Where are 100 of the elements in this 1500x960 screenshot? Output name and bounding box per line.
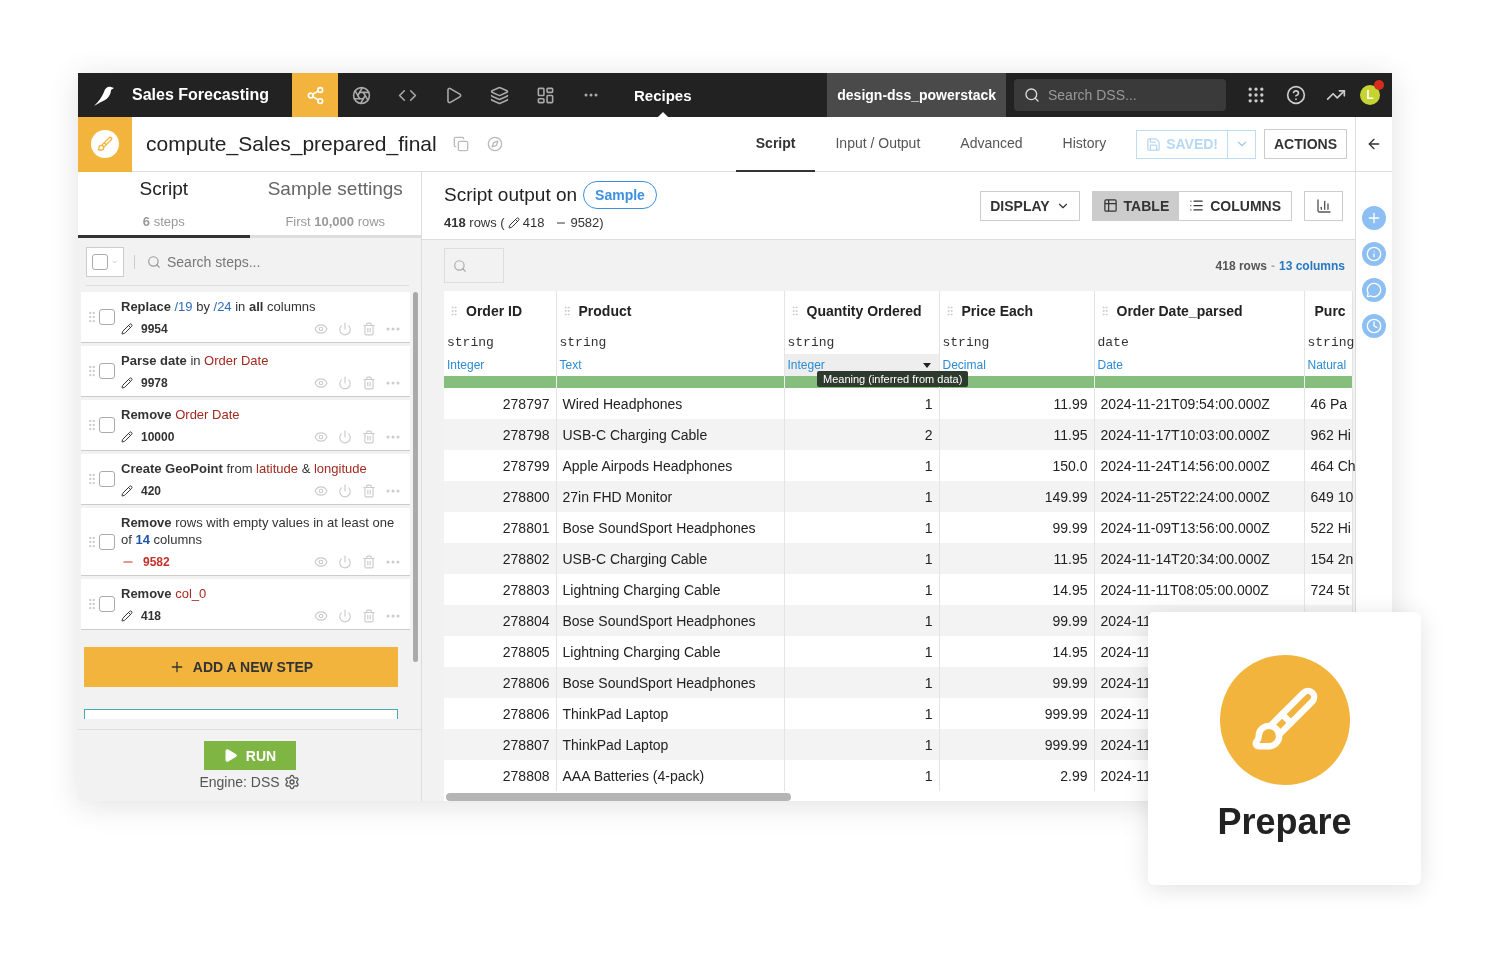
step-card[interactable]: Create GeoPoint from latitude & longitude 420 [81,454,410,504]
table-search-field[interactable] [444,248,504,283]
chat-button[interactable] [1362,278,1386,302]
table-cell: 2024-11-24T14:56:00.000Z [1094,450,1304,481]
compass-icon[interactable] [486,136,503,152]
column-header[interactable]: Price Each [961,303,1034,319]
vertical-scrollbar[interactable] [413,292,418,662]
step-search-field[interactable]: Search steps... [145,247,375,276]
save-options-button[interactable] [1228,129,1256,159]
help-icon [1286,85,1306,105]
step-checkbox[interactable] [99,596,115,612]
recipe-tab[interactable]: History [1042,116,1127,172]
row-count: 9978 [141,376,168,390]
list-icon [1189,198,1205,213]
separator: - [1270,258,1275,273]
step-checkbox[interactable] [99,417,115,433]
display-dropdown[interactable]: DISPLAY [980,190,1080,221]
table-cell: 2024-11-17T10:03:00.000Z [1094,419,1304,450]
column-meaning[interactable]: Text [556,354,784,376]
step-checkbox[interactable] [99,309,115,325]
trash-icon[interactable] [362,484,376,498]
info-icon [1366,246,1382,262]
table-cell: Wired Headphones [556,388,784,419]
step-card[interactable]: Remove rows with empty values in at least one of 14 columns 9582 [81,508,410,575]
power-icon[interactable] [338,609,352,623]
table-cell: 724 5t [1304,574,1352,605]
table-cell: 149.99 [939,481,1094,512]
view-toggle-button[interactable]: TABLE [1092,191,1180,220]
column-type: string [558,334,608,352]
step-card[interactable]: Parse date in Order Date 9978 [81,346,410,396]
chart-button[interactable] [1304,190,1343,221]
clock-button[interactable] [1362,314,1386,338]
trash-icon[interactable] [362,430,376,444]
trash-icon[interactable] [362,555,376,569]
project-name[interactable]: Sales Forecasting [132,86,292,104]
eye-icon[interactable] [314,555,328,569]
column-header[interactable]: Order Date_parsed [1116,303,1243,319]
table-cell: 278805 [444,636,556,667]
recipe-tab[interactable]: Input / Output [815,116,941,172]
plus-button[interactable] [1362,206,1386,230]
eye-icon[interactable] [314,484,328,498]
aperture-icon [351,85,371,105]
instance-name[interactable]: design-dss_powerstack [827,73,1006,117]
table-cell: 278798 [444,419,556,450]
power-icon[interactable] [338,484,352,498]
removed-count: 9582) [570,215,604,230]
more-icon[interactable] [584,93,598,97]
power-icon[interactable] [338,555,352,569]
search-field[interactable]: Search DSS... [1014,79,1226,111]
select-all-checkbox[interactable] [86,246,124,277]
table-cell: 1 [784,698,939,729]
eye-icon[interactable] [314,322,328,336]
power-icon[interactable] [338,376,352,390]
step-card[interactable]: Replace /19 by /24 in all columns 9954 [81,292,410,342]
column-type: string [941,334,991,352]
eye-icon[interactable] [314,430,328,444]
column-type: date [1096,334,1130,352]
table-cell: Bose SoundSport Headphones [556,512,784,543]
trash-icon[interactable] [362,322,376,336]
power-icon[interactable] [338,322,352,336]
dashboard-icon [535,85,555,105]
section-link[interactable]: Recipes [634,73,692,117]
table-cell: 522 Hi [1304,512,1352,543]
eye-icon[interactable] [314,609,328,623]
step-checkbox[interactable] [99,363,115,379]
column-meaning[interactable]: Date [1094,354,1304,376]
table-cell: ThinkPad Laptop [556,698,784,729]
trash-icon[interactable] [362,376,376,390]
recipe-tab[interactable]: Advanced [940,116,1043,172]
column-header[interactable]: Product [578,303,632,319]
power-icon[interactable] [338,430,352,444]
column-header[interactable]: Purc [1314,303,1346,319]
column-header[interactable]: Quantity Ordered [806,303,922,319]
copy-icon[interactable] [452,136,469,152]
columns-link[interactable]: 13 columns [1278,258,1345,273]
eye-icon[interactable] [314,376,328,390]
table-cell: 2.99 [939,760,1094,791]
step-checkbox[interactable] [99,533,115,550]
row-count: 9582 [143,555,170,569]
column-meaning[interactable]: Integer [444,354,556,376]
table-cell: 2024-11-25T22:24:00.000Z [1094,481,1304,512]
save-icon [1146,136,1162,152]
add-step-button[interactable]: ADD A NEW STEP [84,647,398,687]
step-card[interactable]: Remove col_0 418 [81,579,410,629]
step-description: Create GeoPoint from latitude & longitude [121,460,368,477]
column-header[interactable]: Order ID [466,303,522,319]
search-icon [147,254,161,269]
horizontal-scrollbar[interactable] [446,793,791,801]
table-cell: 99.99 [939,667,1094,698]
table-cell: ThinkPad Laptop [556,729,784,760]
trash-icon[interactable] [362,609,376,623]
settings-icon[interactable] [283,774,300,790]
column-meaning[interactable]: Natural [1304,354,1352,376]
actions-button[interactable]: ACTIONS [1264,129,1347,159]
table-cell: 999.99 [939,698,1094,729]
table-cell: 2024-11-11T08:05:00.000Z [1094,574,1304,605]
step-card[interactable]: Remove Order Date 10000 [81,400,410,450]
drag-handle-icon[interactable] [448,305,460,317]
step-checkbox[interactable] [99,471,115,487]
info-button[interactable] [1362,242,1386,266]
